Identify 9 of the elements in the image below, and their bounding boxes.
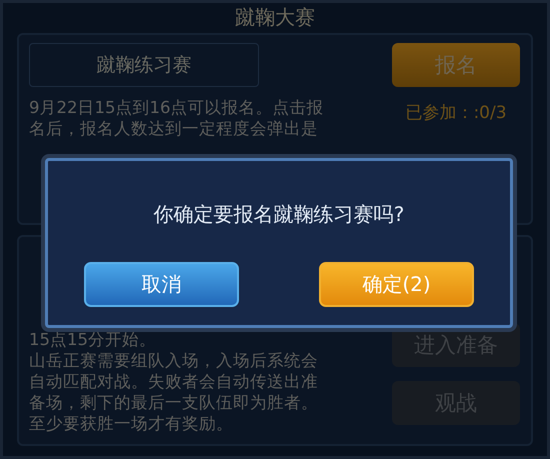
window-title: 蹴鞠大赛 xyxy=(234,4,316,32)
dialog-message: 你确定要报名蹴鞠练习赛吗? xyxy=(154,201,404,228)
confirm-button[interactable]: 确定(2) xyxy=(319,262,474,307)
event-description: 15点15分开始。 山岳正赛需要组队入场，入场后系统会 自动匹配对战。失败者会自动传送出准 备场，剩下的最后一支队伍即为胜者。 至少要获胜一场才有奖励。 xyxy=(29,329,319,434)
event-description: 9月22日15点到16点可以报名。点击报 名后，报名人数达到一定程度会弹出是 xyxy=(29,96,324,139)
event-title: 蹴鞠练习赛 xyxy=(29,42,259,87)
signup-button[interactable]: 报名 xyxy=(392,42,520,87)
cancel-button[interactable]: 取消 xyxy=(84,262,239,307)
joined-count: 已参加：:0/3 xyxy=(405,102,507,124)
